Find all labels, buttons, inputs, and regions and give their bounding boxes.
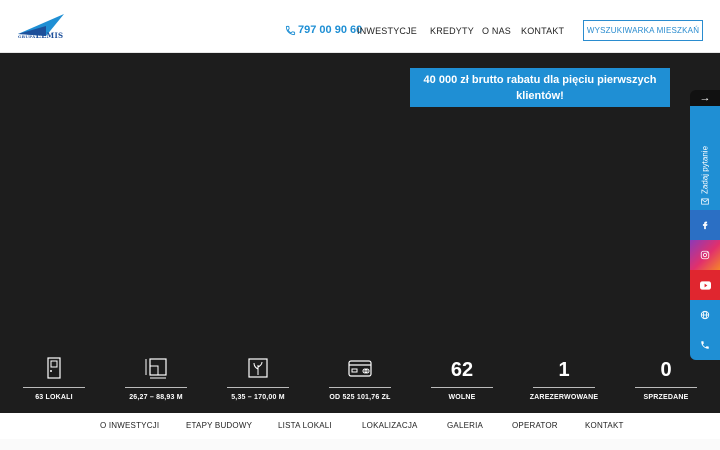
area-icon <box>145 358 167 379</box>
mail-icon <box>701 198 709 205</box>
logo-text: GRUPAELMIS <box>18 31 64 40</box>
stat-sold-label: SPRZEDANE <box>643 394 689 401</box>
stat-available-count: 62 <box>450 359 474 381</box>
ask-question-button[interactable]: Zadaj pytanie <box>690 106 720 210</box>
stat-sold-count: 0 <box>660 359 672 381</box>
stat-reserved-label: ZAREZERWOWANE <box>529 394 599 401</box>
section-nav: O INWESTYCJI ETAPY BUDOWY LISTA LOKALI L… <box>0 413 720 439</box>
header-phone[interactable]: 797 00 90 60 <box>285 24 362 36</box>
nav-kontakt[interactable]: KONTAKT <box>521 26 564 36</box>
stat-reserved: 1 ZAREZERWOWANE <box>530 356 598 406</box>
search-apartments-button[interactable]: WYSZUKIWARKA MIESZKAŃ <box>583 20 703 41</box>
section-nav-lista-lokali[interactable]: LISTA LOKALI <box>278 421 332 430</box>
stat-available-label: WOLNE <box>448 394 476 401</box>
phone-icon <box>285 25 296 35</box>
facebook-button[interactable] <box>690 210 720 240</box>
plot-icon <box>248 358 268 378</box>
collapse-arrow-button[interactable]: → <box>690 90 720 106</box>
stat-plot-label: 5,35 – 170,00 M <box>231 394 285 401</box>
ask-question-label: Zadaj pytanie <box>700 145 710 195</box>
section-nav-lokalizacja[interactable]: LOKALIZACJA <box>362 421 418 430</box>
section-nav-etapy-budowy[interactable]: ETAPY BUDOWY <box>186 421 252 430</box>
website-button[interactable] <box>690 300 720 330</box>
youtube-icon <box>699 280 711 290</box>
stat-area-label: 26,27 – 88,93 M <box>129 394 183 401</box>
nav-inwestycje[interactable]: INWESTYCJE <box>357 26 417 36</box>
promo-banner[interactable]: 40 000 zł brutto rabatu dla pięciu pierw… <box>410 68 670 107</box>
stat-sold: 0 SPRZEDANE <box>635 356 697 406</box>
facebook-icon <box>702 221 708 230</box>
youtube-button[interactable] <box>690 270 720 300</box>
site-header: GRUPAELMIS 797 00 90 60 INWESTYCJE KREDY… <box>0 0 720 53</box>
nav-kredyty[interactable]: KREDYTY <box>430 26 474 36</box>
instagram-icon <box>700 250 710 260</box>
phone-icon <box>701 341 709 349</box>
stat-available: 62 WOLNE <box>431 356 493 406</box>
page-below <box>0 439 720 450</box>
stat-units: 63 LOKALI <box>23 356 85 406</box>
side-contact-tab: → Zadaj pytanie <box>690 90 720 360</box>
stat-price: OD 525 101,76 ZŁ <box>329 356 391 406</box>
stat-reserved-count: 1 <box>558 359 570 381</box>
globe-icon <box>700 310 710 320</box>
credit-card-icon <box>348 360 372 377</box>
stat-price-label: OD 525 101,76 ZŁ <box>329 394 391 401</box>
instagram-button[interactable] <box>690 240 720 270</box>
phone-number[interactable]: 797 00 90 60 <box>298 24 362 36</box>
section-nav-galeria[interactable]: GALERIA <box>447 421 483 430</box>
section-nav-operator[interactable]: OPERATOR <box>512 421 558 430</box>
door-icon <box>47 357 61 379</box>
section-nav-kontakt[interactable]: KONTAKT <box>585 421 624 430</box>
stat-plot: 5,35 – 170,00 M <box>227 356 289 406</box>
stat-units-label: 63 LOKALI <box>35 394 73 401</box>
section-nav-o-inwestycji[interactable]: O INWESTYCJI <box>100 421 159 430</box>
stat-area: 26,27 – 88,93 M <box>125 356 187 406</box>
nav-o-nas[interactable]: O NAS <box>482 26 511 36</box>
